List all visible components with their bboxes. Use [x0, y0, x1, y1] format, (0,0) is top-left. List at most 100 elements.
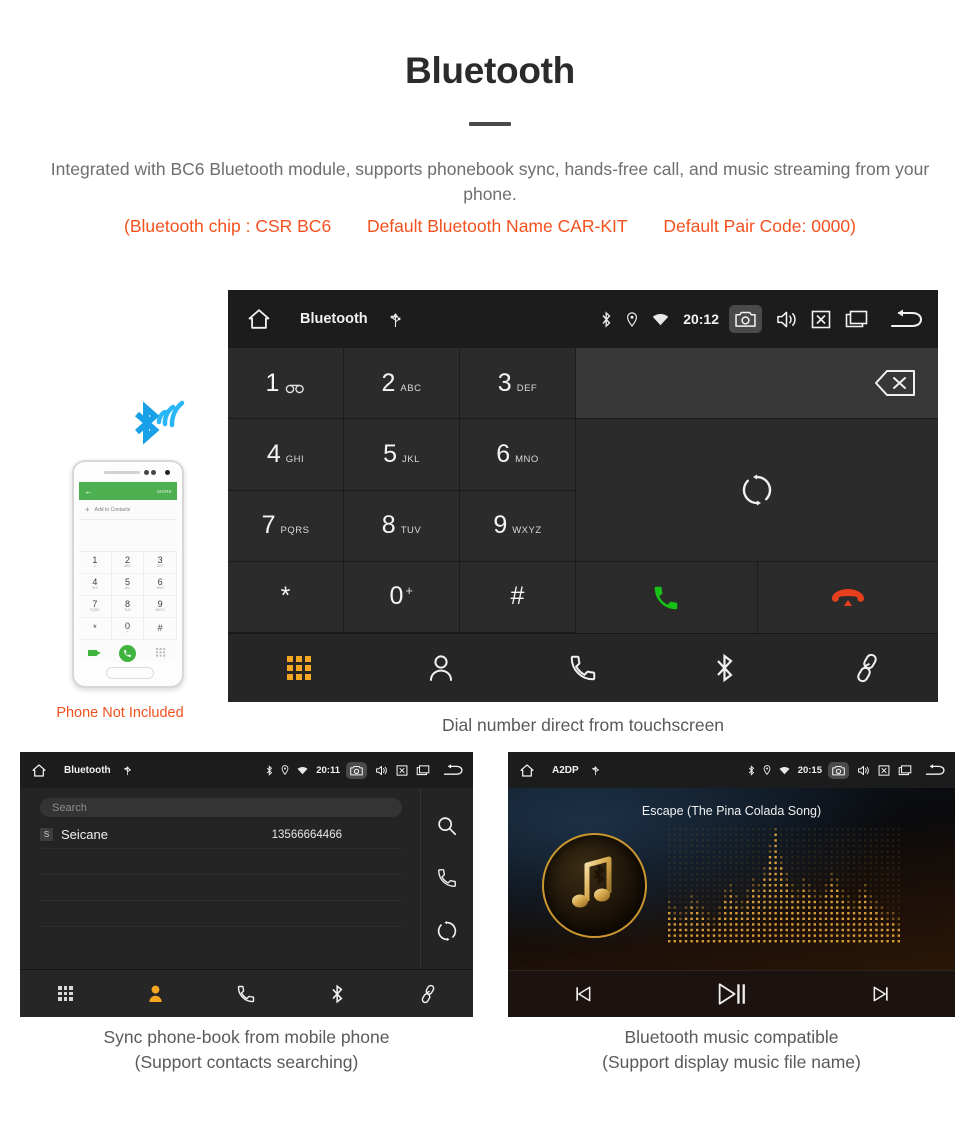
bluetooth-icon — [331, 984, 344, 1004]
music-screen: A2DP 20:15 Escape (The Pina Colada Song) — [508, 752, 955, 1017]
camera-icon[interactable] — [346, 761, 367, 779]
dialer-caption: Dial number direct from touchscreen — [441, 715, 725, 735]
statusbar-right: 20:15 — [740, 761, 946, 779]
nav-dialpad[interactable] — [228, 656, 370, 680]
back-icon[interactable] — [925, 764, 946, 776]
nav-link[interactable] — [382, 984, 473, 1004]
dial-key-1[interactable]: 1 — [228, 348, 344, 420]
search-placeholder: Search — [52, 801, 87, 814]
close-box-icon[interactable] — [396, 764, 408, 776]
home-icon[interactable] — [246, 307, 272, 331]
search-icon[interactable] — [436, 815, 458, 837]
back-icon[interactable] — [443, 764, 464, 776]
dialer-right-pane — [576, 348, 938, 633]
phone-back-icon: ← — [84, 485, 93, 496]
phone-sensor-1 — [144, 470, 149, 475]
spec-pair-code: Default Pair Code: 0000) — [663, 215, 856, 236]
contact-row[interactable]: S Seicane 13566664466 — [40, 821, 402, 849]
nav-call-log[interactable] — [512, 653, 654, 683]
volume-icon[interactable] — [776, 310, 797, 329]
home-icon[interactable] — [31, 763, 47, 778]
music-body: Escape (The Pina Colada Song) — [508, 788, 955, 970]
recents-icon[interactable] — [845, 310, 868, 329]
dial-key-letters: MNO — [515, 453, 539, 465]
album-artwork — [542, 833, 647, 938]
dial-key-6[interactable]: 6 MNO — [460, 419, 576, 491]
end-call-button[interactable] — [757, 562, 938, 633]
dial-key-4[interactable]: 4 GHI — [228, 419, 344, 491]
nav-call-log[interactable] — [201, 984, 292, 1004]
dial-key-5[interactable]: 5 JKL — [344, 419, 460, 491]
close-box-icon[interactable] — [878, 764, 890, 776]
music-caption-line2: (Support display music file name) — [602, 1051, 861, 1072]
phone-key: 7 PQRS — [79, 596, 112, 618]
recents-icon[interactable] — [416, 764, 430, 776]
next-button[interactable] — [806, 984, 955, 1004]
title-divider — [469, 122, 511, 126]
sync-contacts-button[interactable] — [576, 419, 938, 562]
nav-bluetooth[interactable] — [292, 984, 383, 1004]
recents-icon[interactable] — [898, 764, 912, 776]
previous-button[interactable] — [508, 984, 657, 1004]
backspace-icon[interactable] — [874, 369, 916, 397]
call-button[interactable] — [576, 562, 758, 633]
phone-key: 9 WXYZ — [144, 596, 177, 618]
home-icon[interactable] — [519, 763, 535, 778]
dial-key-star[interactable]: * — [228, 561, 344, 633]
dial-key-number: 4 — [266, 439, 281, 468]
nav-dialpad[interactable] — [20, 986, 111, 1001]
dial-key-0[interactable]: 0 + — [344, 561, 460, 633]
phone-key: 0 + — [111, 618, 145, 640]
dial-key-hash[interactable]: # — [460, 561, 576, 633]
volume-icon[interactable] — [857, 765, 870, 776]
nav-link[interactable] — [796, 653, 938, 683]
dial-key-letters: TUV — [400, 525, 422, 537]
sync-icon — [740, 473, 774, 507]
phone-sensor-2 — [151, 470, 156, 475]
statusbar-right: 20:11 — [258, 761, 464, 779]
nav-bluetooth[interactable] — [654, 653, 796, 683]
close-box-icon[interactable] — [811, 310, 831, 329]
phone-key-sub: PQRS — [90, 608, 100, 613]
wifi-icon — [779, 766, 790, 775]
dial-key-8[interactable]: 8 TUV — [344, 490, 460, 562]
dial-key-number: 0 — [389, 582, 404, 611]
dial-key-7[interactable]: 7 PQRS — [228, 490, 344, 562]
volume-icon[interactable] — [375, 765, 388, 776]
usb-icon — [123, 764, 131, 776]
phone-screen: ← MORE + Add to Contacts 1 ∞ 2 ABC 3 DEF 4G… — [79, 482, 177, 662]
usb-icon — [592, 764, 599, 776]
nav-contacts[interactable] — [370, 654, 512, 682]
phone-more-label: MORE — [157, 488, 172, 494]
number-display[interactable] — [576, 348, 938, 419]
camera-icon[interactable] — [729, 305, 762, 333]
search-input[interactable]: Search — [40, 798, 402, 817]
back-icon[interactable] — [890, 309, 924, 329]
phone-backspace-icon — [79, 649, 112, 657]
location-icon — [281, 765, 289, 775]
phone-key: 1 ∞ — [79, 552, 112, 574]
camera-icon[interactable] — [828, 761, 849, 779]
dial-key-3[interactable]: 3 DEF — [460, 348, 576, 420]
statusbar-left: Bluetooth — [31, 763, 131, 778]
dial-key-2[interactable]: 2 ABC — [344, 348, 460, 420]
phone-earpiece — [104, 471, 140, 474]
dial-key-letters: JKL — [402, 453, 420, 465]
previous-icon — [573, 984, 593, 1004]
sync-icon[interactable] — [436, 920, 458, 942]
music-clock: 20:15 — [797, 764, 822, 776]
phone-call-button — [112, 644, 145, 662]
dial-key-9[interactable]: 9 WXYZ — [460, 490, 576, 562]
call-icon[interactable] — [436, 867, 458, 889]
phonebook-navbar — [20, 969, 473, 1017]
dialpad-keys: 1 2 ABC 3 DEF 4 GHI 5 JKL 6 MNO 7 PQRS 8 TUV 9W… — [228, 348, 576, 633]
play-pause-button[interactable] — [657, 981, 806, 1007]
dialer-statusbar: Bluetooth 20:12 — [228, 290, 938, 348]
dial-key-number: 6 — [496, 439, 511, 468]
call-log-icon — [568, 653, 598, 683]
location-icon — [763, 765, 771, 775]
nav-contacts[interactable] — [111, 984, 202, 1003]
phone-key-num: # — [157, 623, 163, 633]
spec-line: (Bluetooth chip : CSR BC6 Default Blueto… — [0, 216, 980, 237]
phonebook-screen: Bluetooth 20:11 Search S Seicane 1356666… — [20, 752, 473, 1017]
